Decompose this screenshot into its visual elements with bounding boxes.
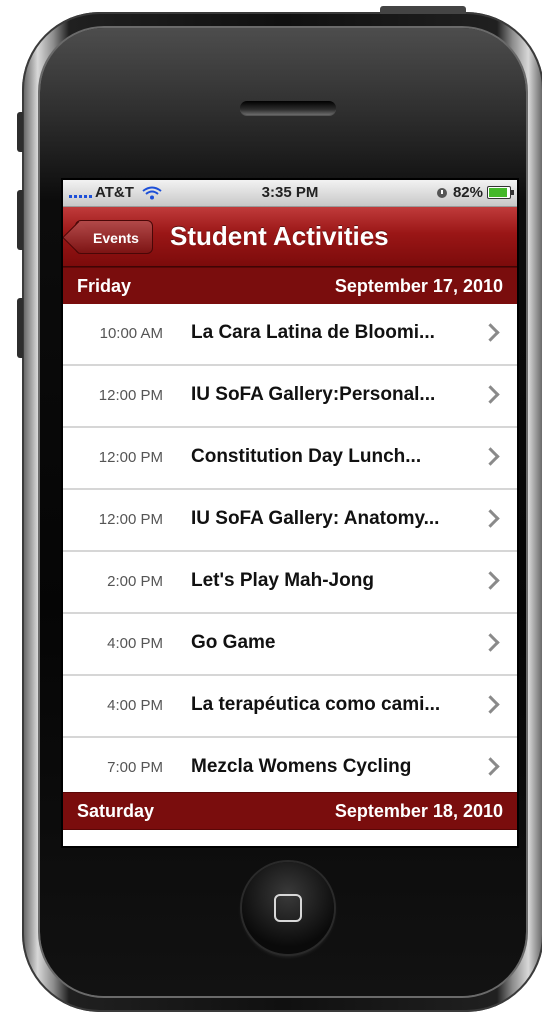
status-right: 82% [436,184,514,201]
section-date: September 17, 2010 [334,276,503,296]
event-title: Mezcla Womens Cycling [191,756,412,777]
event-time: 4:00 PM [107,635,163,652]
event-time: 7:00 PM [107,759,163,776]
event-title: La Cara Latina de Bloomi... [191,322,435,343]
volume-down-button[interactable] [17,298,23,358]
home-button[interactable] [242,862,334,954]
back-button-label: Events [93,230,139,246]
section-date: September 18, 2010 [334,801,503,821]
event-row[interactable]: 4:00 PM La terapéutica como cami... [63,676,517,738]
battery-icon [487,186,514,199]
event-time: 12:00 PM [98,511,163,528]
event-row[interactable]: 12:00 PM IU SoFA Gallery:Personal... [63,366,517,428]
chevron-right-icon [481,757,500,776]
page-title: Student Activities [170,221,389,251]
chevron-right-icon [481,633,500,652]
event-row[interactable]: 4:00 PM Go Game [63,614,517,676]
event-title: Constitution Day Lunch... [191,446,422,467]
event-time: 4:00 PM [107,697,163,714]
chevron-right-icon [481,695,500,714]
section-day: Friday [77,276,132,296]
event-time: 12:00 PM [98,387,163,404]
status-bar: AT&T 3:35 PM 82% [63,180,517,207]
event-title: Let's Play Mah-Jong [191,570,374,591]
back-button-events[interactable]: Events [75,220,153,254]
event-title: IU SoFA Gallery:Personal... [191,384,436,405]
chevron-right-icon [481,385,500,404]
chevron-right-icon [481,323,500,342]
event-time: 2:00 PM [107,573,163,590]
event-row[interactable]: 2:00 PM Let's Play Mah-Jong [63,552,517,614]
event-time: 10:00 AM [99,325,163,342]
ring-silent-switch[interactable] [17,112,23,152]
chevron-right-icon [481,447,500,466]
device-screen: AT&T 3:35 PM 82% Events Student Activiti… [63,180,517,846]
section-header-saturday: Saturday September 18, 2010 [63,792,517,830]
section-header-friday: Friday September 17, 2010 [63,267,517,305]
event-time: 12:00 PM [98,449,163,466]
sleep-wake-button[interactable] [380,6,466,14]
chevron-right-icon [481,509,500,528]
event-row[interactable]: 10:00 AM La Cara Latina de Bloomi... [63,304,517,366]
section-day: Saturday [77,801,155,821]
event-row[interactable]: 7:00 PM Mezcla Womens Cycling [63,738,517,798]
chevron-right-icon [481,571,500,590]
event-row[interactable]: 12:00 PM Constitution Day Lunch... [63,428,517,490]
earpiece-speaker [240,101,336,115]
alarm-clock-icon [436,187,447,198]
event-title: La terapéutica como cami... [191,694,441,715]
navigation-bar: Events Student Activities [63,207,517,267]
event-title: Go Game [191,632,276,653]
event-row[interactable]: 12:00 PM IU SoFA Gallery: Anatomy... [63,490,517,552]
event-title: IU SoFA Gallery: Anatomy... [191,508,440,529]
battery-percent: 82% [452,184,483,201]
volume-up-button[interactable] [17,190,23,250]
home-square-icon [274,894,302,922]
